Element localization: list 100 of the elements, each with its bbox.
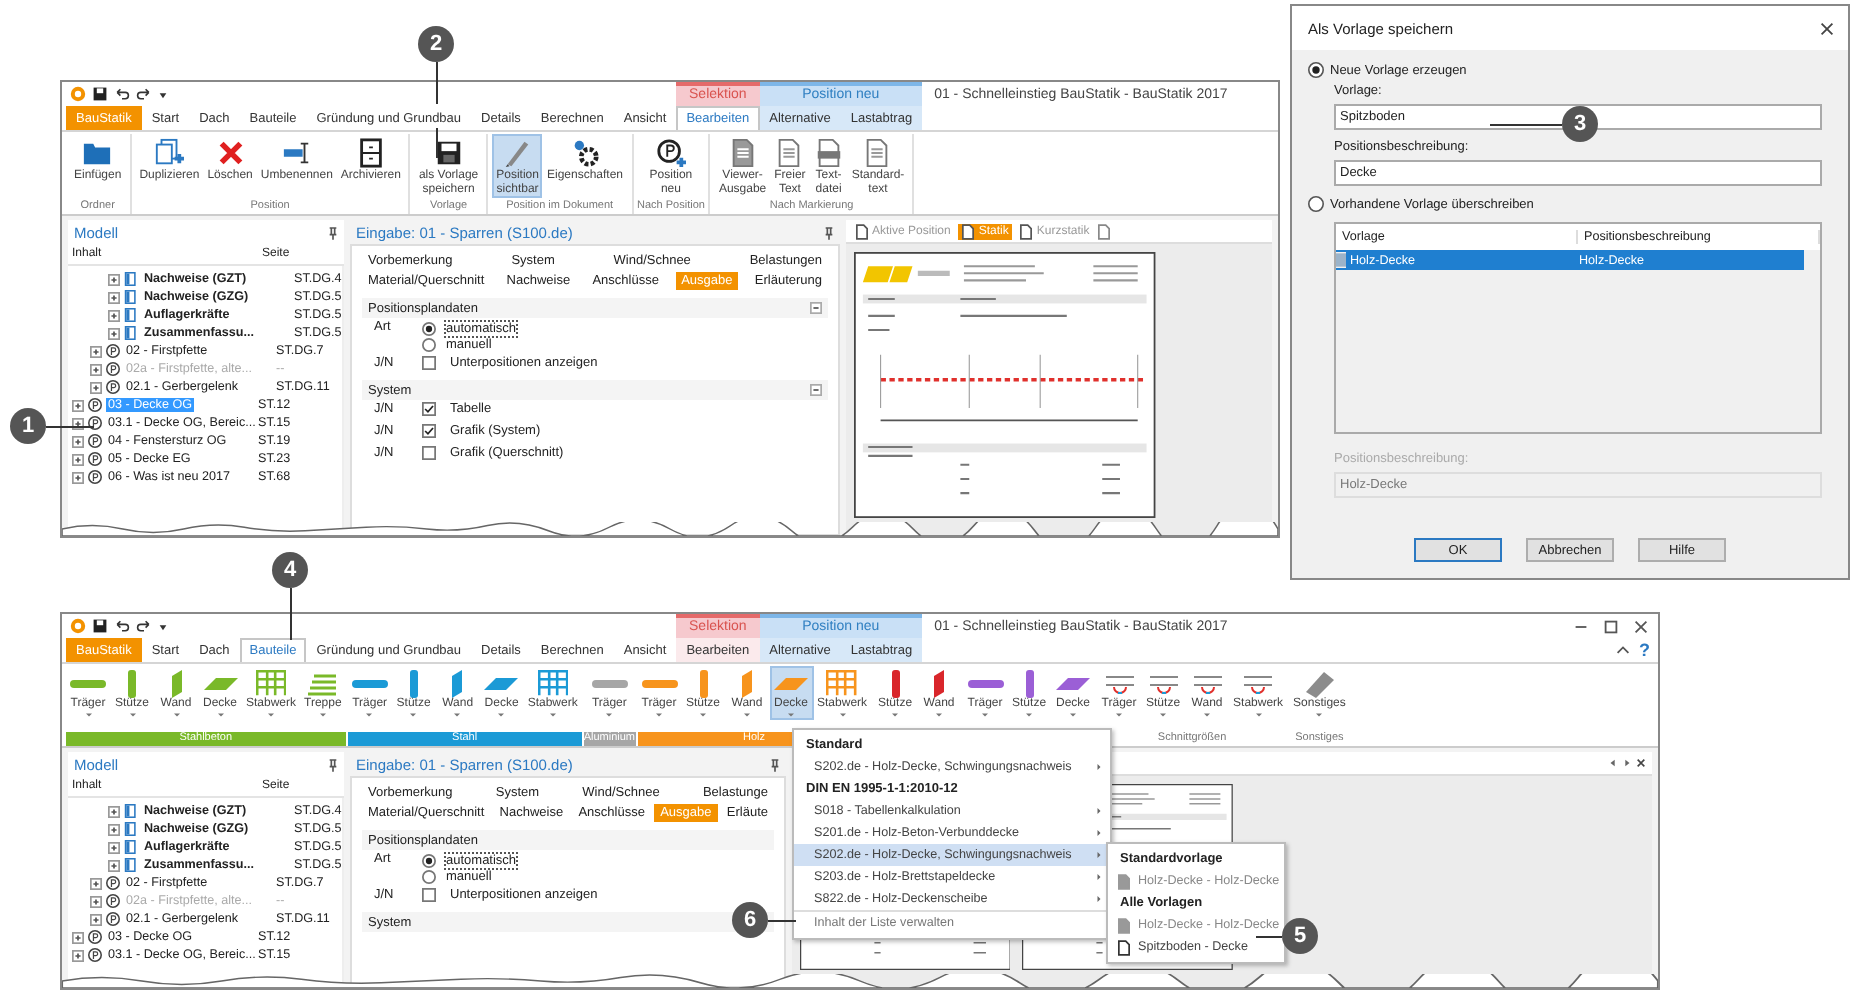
position-icon — [88, 948, 102, 962]
undo-icon[interactable] — [114, 86, 130, 102]
save-icon[interactable] — [92, 618, 108, 634]
leader-line — [46, 426, 94, 428]
redo-icon[interactable] — [136, 618, 152, 634]
expander-icon[interactable] — [108, 273, 120, 285]
next-icon[interactable] — [1622, 758, 1632, 768]
radio-button[interactable] — [422, 853, 436, 867]
expander-icon[interactable] — [72, 399, 84, 411]
radio-button[interactable] — [1308, 62, 1324, 78]
position-icon — [88, 398, 102, 412]
close-icon[interactable] — [1632, 617, 1650, 635]
expander-icon[interactable] — [108, 859, 120, 871]
redo-icon[interactable] — [136, 86, 152, 102]
expander-icon[interactable] — [72, 471, 84, 483]
caret-icon — [1114, 712, 1125, 718]
radio-button[interactable] — [1308, 196, 1324, 212]
radio-button[interactable] — [422, 337, 436, 351]
position-icon — [106, 362, 120, 376]
caret-icon — [83, 712, 93, 718]
collapse-icon[interactable] — [1613, 641, 1631, 659]
pin-icon[interactable] — [770, 757, 780, 771]
caret-icon — [786, 712, 797, 718]
expander-icon[interactable] — [90, 913, 102, 925]
caret-icon — [1068, 712, 1079, 718]
position-icon — [106, 876, 120, 890]
forces-icon — [1149, 675, 1178, 693]
caret-icon — [934, 712, 945, 718]
expander-icon[interactable] — [90, 363, 102, 375]
pin-icon[interactable] — [824, 225, 834, 239]
undo-icon[interactable] — [114, 618, 130, 634]
caret-icon — [317, 712, 328, 718]
expander-icon[interactable] — [90, 895, 102, 907]
expander-icon[interactable] — [108, 823, 120, 835]
position-icon — [106, 344, 120, 358]
caret-icon — [1253, 712, 1264, 718]
radio-button[interactable] — [422, 869, 436, 883]
expander-icon[interactable] — [108, 309, 120, 321]
expander-icon[interactable] — [108, 841, 120, 853]
position-icon — [88, 930, 102, 944]
checkbox[interactable] — [422, 356, 436, 370]
checkbox[interactable] — [422, 446, 436, 460]
submenu-arrow-icon — [1096, 850, 1102, 860]
save-icon[interactable] — [92, 86, 108, 102]
cabinet-icon — [355, 138, 386, 168]
document-icon — [774, 138, 805, 168]
document-icon[interactable] — [1097, 223, 1110, 239]
callout-badge: 4 — [272, 552, 308, 588]
expander-icon[interactable] — [72, 435, 84, 447]
position-plus-icon — [655, 138, 686, 168]
caret-icon — [1202, 712, 1213, 718]
expander-icon[interactable] — [90, 345, 102, 357]
expander-icon[interactable] — [72, 453, 84, 465]
expander-icon[interactable] — [108, 291, 120, 303]
caret-icon — [698, 712, 709, 718]
expander-icon[interactable] — [108, 805, 120, 817]
checkbox[interactable] — [422, 888, 436, 902]
forces-icon — [1105, 675, 1134, 693]
close-icon[interactable] — [1818, 19, 1836, 37]
close-icon[interactable] — [1636, 758, 1646, 768]
dropdown-icon[interactable] — [158, 621, 168, 631]
pin-icon[interactable] — [328, 225, 338, 239]
caret-icon — [215, 712, 225, 718]
caret-icon — [127, 712, 137, 718]
submenu-arrow-icon — [1096, 872, 1102, 882]
submenu-arrow-icon — [1096, 828, 1102, 838]
checkbox[interactable] — [422, 424, 436, 438]
forces-icon — [1193, 675, 1222, 693]
pencil-icon — [502, 138, 533, 168]
leader-line — [436, 128, 438, 158]
text-field-icon — [281, 138, 312, 168]
caret-icon — [980, 712, 991, 718]
previous-icon[interactable] — [1608, 758, 1618, 768]
radio-button[interactable] — [422, 321, 436, 335]
expander-icon[interactable] — [72, 949, 84, 961]
caret-icon — [604, 712, 615, 718]
position-icon — [106, 894, 120, 908]
expander-icon[interactable] — [72, 931, 84, 943]
callout-badge: 1 — [10, 408, 46, 444]
caret-icon — [171, 712, 181, 718]
expander-icon[interactable] — [90, 877, 102, 889]
document-icon — [862, 138, 893, 168]
callout-badge: 2 — [418, 26, 454, 62]
help-button[interactable]: ? — [1639, 640, 1650, 660]
position-icon — [88, 470, 102, 484]
expander-icon[interactable] — [90, 381, 102, 393]
checkbox[interactable] — [422, 402, 436, 416]
expander-icon[interactable] — [108, 327, 120, 339]
position-icon — [88, 416, 102, 430]
submenu-arrow-icon — [1096, 762, 1102, 772]
gears-icon — [570, 138, 600, 168]
submenu-arrow-icon — [1096, 894, 1102, 904]
caret-icon — [742, 712, 753, 718]
collapse-icon[interactable] — [810, 302, 822, 314]
dropdown-icon[interactable] — [158, 89, 168, 99]
maximize-icon[interactable] — [1602, 617, 1620, 635]
collapse-icon[interactable] — [810, 384, 822, 396]
submenu-arrow-icon — [1096, 806, 1102, 816]
pin-icon[interactable] — [328, 757, 338, 771]
document-icon — [813, 138, 844, 168]
